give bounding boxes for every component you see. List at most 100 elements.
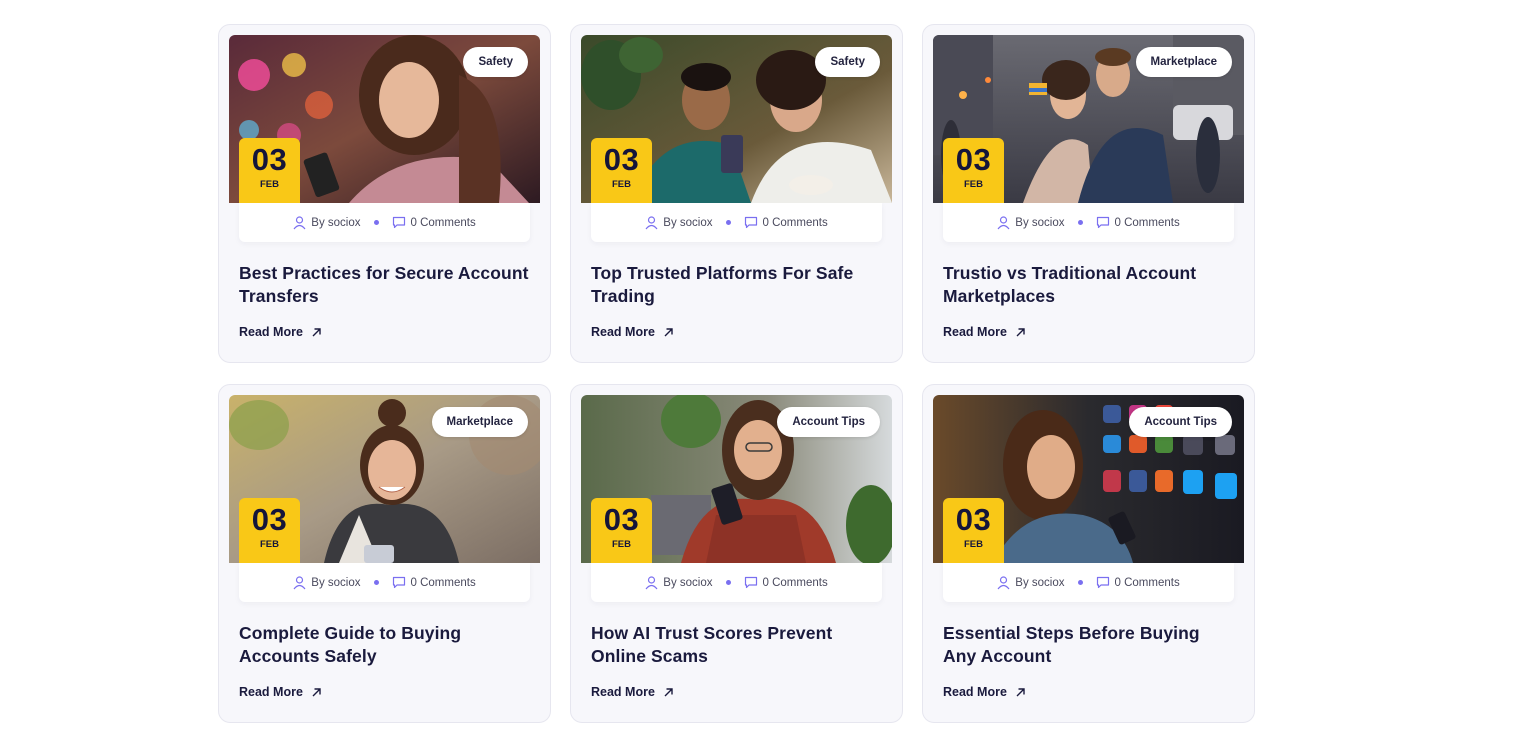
- read-more-label: Read More: [943, 685, 1007, 699]
- post-image[interactable]: Safety 03 FEB: [581, 35, 892, 203]
- comment-icon: [392, 216, 405, 229]
- arrow-up-right-icon: [312, 327, 321, 336]
- category-tag[interactable]: Marketplace: [1135, 47, 1232, 77]
- comment-count: 0 Comments: [410, 216, 476, 229]
- comment-icon: [392, 576, 405, 589]
- post-meta: By sociox 0 Comments: [943, 563, 1234, 602]
- date-month: FEB: [612, 179, 631, 190]
- date-badge: 03 FEB: [239, 498, 300, 563]
- comments-meta[interactable]: 0 Comments: [392, 576, 476, 589]
- blog-grid: Safety 03 FEB By sociox 0 Comments Best …: [218, 24, 1256, 723]
- read-more-label: Read More: [239, 325, 303, 339]
- blog-card: Marketplace 03 FEB By sociox 0 Comments …: [218, 384, 551, 723]
- arrow-up-right-icon: [664, 687, 673, 696]
- comment-count: 0 Comments: [762, 216, 828, 229]
- post-image[interactable]: Marketplace 03 FEB: [933, 35, 1244, 203]
- post-meta: By sociox 0 Comments: [239, 203, 530, 242]
- post-title[interactable]: Top Trusted Platforms For Safe Trading: [591, 262, 882, 308]
- author-meta[interactable]: By sociox: [645, 215, 713, 230]
- meta-separator: [725, 580, 731, 585]
- blog-card: Marketplace 03 FEB By sociox 0 Comments …: [922, 24, 1255, 363]
- author-meta[interactable]: By sociox: [997, 215, 1065, 230]
- comments-meta[interactable]: 0 Comments: [392, 216, 476, 229]
- comment-icon: [1096, 576, 1109, 589]
- comments-meta[interactable]: 0 Comments: [1096, 216, 1180, 229]
- date-month: FEB: [612, 539, 631, 550]
- category-tag[interactable]: Marketplace: [431, 407, 528, 437]
- comments-meta[interactable]: 0 Comments: [1096, 576, 1180, 589]
- date-badge: 03 FEB: [591, 498, 652, 563]
- post-title[interactable]: Essential Steps Before Buying Any Accoun…: [943, 622, 1234, 668]
- comments-meta[interactable]: 0 Comments: [744, 576, 828, 589]
- user-icon: [293, 215, 306, 229]
- date-badge: 03 FEB: [239, 138, 300, 203]
- user-icon: [293, 575, 306, 589]
- date-day: 03: [955, 502, 992, 537]
- post-image[interactable]: Account Tips 03 FEB: [581, 395, 892, 563]
- date-day: 03: [955, 142, 992, 177]
- category-tag[interactable]: Account Tips: [1129, 407, 1232, 437]
- comment-icon: [1096, 216, 1109, 229]
- date-month: FEB: [260, 539, 279, 550]
- post-title[interactable]: How AI Trust Scores Prevent Online Scams: [591, 622, 882, 668]
- post-image[interactable]: Marketplace 03 FEB: [229, 395, 540, 563]
- meta-separator: [373, 580, 379, 585]
- author-meta[interactable]: By sociox: [293, 575, 361, 590]
- category-tag[interactable]: Safety: [463, 47, 528, 77]
- author-name: By sociox: [663, 576, 713, 589]
- read-more-link[interactable]: Read More: [591, 325, 674, 339]
- comments-meta[interactable]: 0 Comments: [744, 216, 828, 229]
- author-name: By sociox: [311, 576, 361, 589]
- author-meta[interactable]: By sociox: [645, 575, 713, 590]
- user-icon: [997, 575, 1010, 589]
- post-meta: By sociox 0 Comments: [591, 203, 882, 242]
- author-name: By sociox: [663, 216, 713, 229]
- category-tag[interactable]: Safety: [815, 47, 880, 77]
- author-name: By sociox: [311, 216, 361, 229]
- arrow-up-right-icon: [312, 687, 321, 696]
- post-meta: By sociox 0 Comments: [591, 563, 882, 602]
- author-name: By sociox: [1015, 216, 1065, 229]
- read-more-label: Read More: [943, 325, 1007, 339]
- meta-separator: [1077, 580, 1083, 585]
- post-image[interactable]: Account Tips 03 FEB: [933, 395, 1244, 563]
- blog-card: Account Tips 03 FEB By sociox 0 Comments…: [570, 384, 903, 723]
- post-title[interactable]: Trustio vs Traditional Account Marketpla…: [943, 262, 1234, 308]
- blog-card: Safety 03 FEB By sociox 0 Comments Top T…: [570, 24, 903, 363]
- arrow-up-right-icon: [1016, 687, 1025, 696]
- post-image[interactable]: Safety 03 FEB: [229, 35, 540, 203]
- date-month: FEB: [964, 179, 983, 190]
- read-more-link[interactable]: Read More: [239, 685, 322, 699]
- read-more-link[interactable]: Read More: [591, 685, 674, 699]
- comment-count: 0 Comments: [1114, 216, 1180, 229]
- meta-separator: [373, 220, 379, 225]
- post-title[interactable]: Complete Guide to Buying Accounts Safely: [239, 622, 530, 668]
- comment-icon: [744, 576, 757, 589]
- user-icon: [997, 215, 1010, 229]
- author-meta[interactable]: By sociox: [997, 575, 1065, 590]
- user-icon: [645, 575, 658, 589]
- comment-count: 0 Comments: [410, 576, 476, 589]
- post-meta: By sociox 0 Comments: [239, 563, 530, 602]
- date-month: FEB: [260, 179, 279, 190]
- read-more-link[interactable]: Read More: [943, 325, 1026, 339]
- comment-icon: [744, 216, 757, 229]
- post-meta: By sociox 0 Comments: [943, 203, 1234, 242]
- category-tag[interactable]: Account Tips: [777, 407, 880, 437]
- date-badge: 03 FEB: [943, 498, 1004, 563]
- comment-count: 0 Comments: [1114, 576, 1180, 589]
- user-icon: [645, 215, 658, 229]
- author-meta[interactable]: By sociox: [293, 215, 361, 230]
- meta-separator: [1077, 220, 1083, 225]
- read-more-label: Read More: [239, 685, 303, 699]
- date-day: 03: [603, 142, 640, 177]
- read-more-link[interactable]: Read More: [943, 685, 1026, 699]
- date-day: 03: [251, 502, 288, 537]
- post-title[interactable]: Best Practices for Secure Account Transf…: [239, 262, 530, 308]
- read-more-label: Read More: [591, 685, 655, 699]
- meta-separator: [725, 220, 731, 225]
- read-more-link[interactable]: Read More: [239, 325, 322, 339]
- read-more-label: Read More: [591, 325, 655, 339]
- date-day: 03: [603, 502, 640, 537]
- arrow-up-right-icon: [664, 327, 673, 336]
